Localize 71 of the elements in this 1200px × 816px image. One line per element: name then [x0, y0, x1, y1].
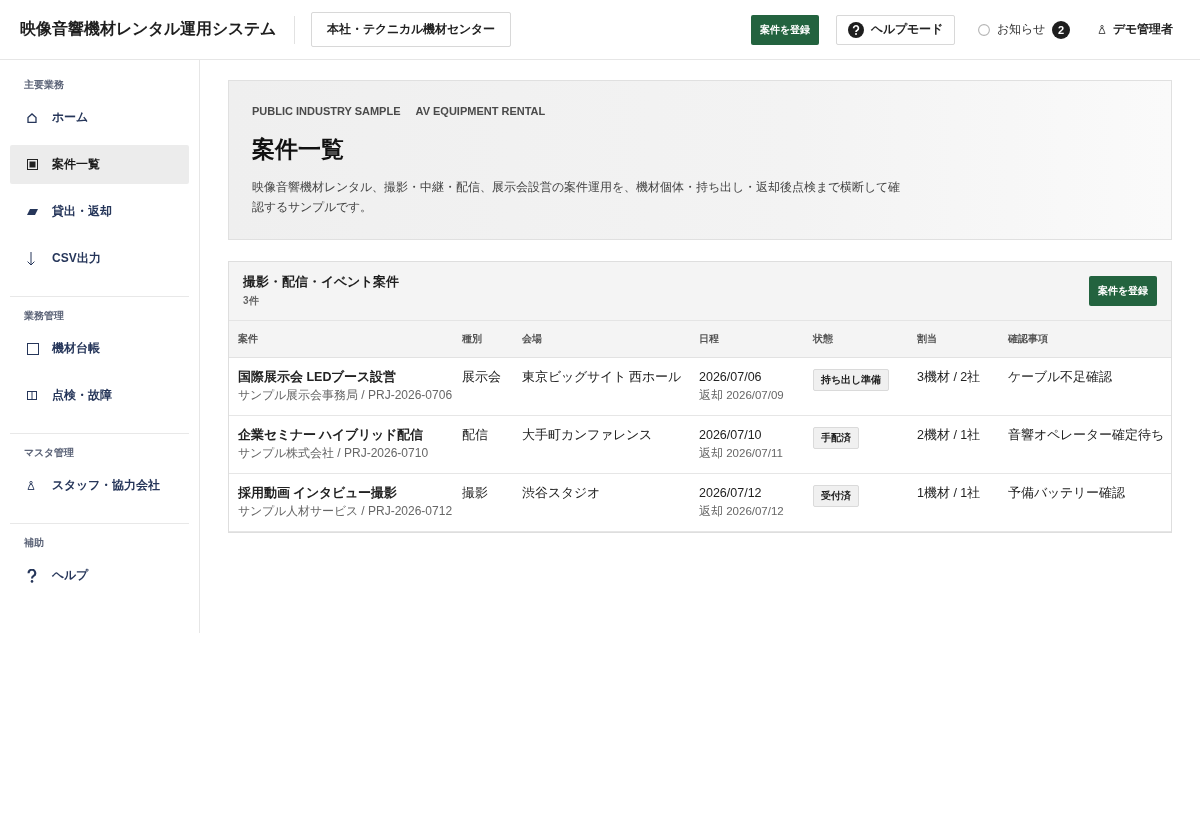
venue: 大手町カンファレンス	[521, 427, 653, 443]
register-project-button[interactable]: 案件を登録	[751, 14, 819, 45]
split-square-icon	[27, 391, 37, 400]
sidebar-item[interactable]: 貸出・返却	[10, 192, 189, 231]
sidebar-item[interactable]: 機材台帳	[10, 329, 189, 368]
sidebar-item[interactable]: ヘルプ	[10, 556, 189, 595]
help-mode-button[interactable]: ヘルプモード	[836, 14, 955, 45]
start-date: 2026/07/06	[699, 369, 762, 385]
project-name: 企業セミナー ハイブリッド配信	[238, 427, 424, 443]
down-arrow-icon	[27, 251, 35, 266]
page-description: 映像音響機材レンタル、撮影・中継・配信、展示会設営の案件運用を、機材個体・持ち出し・返却後点検まで横断して確認するサンプルです。	[252, 179, 901, 216]
status-tag: 持ち出し準備	[813, 369, 889, 391]
sidebar-section-heading: マスタ管理	[23, 446, 75, 459]
user-icon	[1098, 25, 1106, 34]
start-date: 2026/07/12	[699, 485, 762, 501]
project-type: 撮影	[461, 485, 489, 501]
panel-title: 撮影・配信・イベント案件	[243, 275, 399, 290]
square-icon	[27, 342, 39, 355]
check-item: 予備バッテリー確認	[1007, 485, 1126, 501]
sidebar-item[interactable]: CSV出力	[10, 239, 189, 278]
user-name[interactable]: デモ管理者	[1113, 21, 1173, 38]
allocation: 1機材 / 1社	[916, 485, 982, 501]
column-header: 日程	[698, 332, 720, 346]
project-client: サンプル人材サービス / PRJ-2026-0712	[238, 504, 453, 519]
sidebar-section-heading: 業務管理	[23, 309, 65, 322]
notification-count: 2	[1052, 20, 1070, 39]
column-header: 割当	[916, 332, 938, 346]
column-header: 種別	[461, 332, 483, 346]
status-tag: 手配済	[813, 427, 859, 449]
allocation: 3機材 / 2社	[916, 369, 982, 385]
return-date: 返却 2026/07/09	[699, 388, 784, 403]
circle-icon	[978, 23, 990, 36]
check-item: 音響オペレーター確定待ち	[1007, 427, 1165, 443]
eyebrow-text: PUBLIC INDUSTRY SAMPLE	[252, 104, 401, 118]
house-icon	[27, 112, 37, 123]
venue: 東京ビッグサイト 西ホール	[521, 369, 683, 385]
sidebar-item[interactable]: 点検・故障	[10, 376, 189, 415]
project-name: 採用動画 インタビュー撮影	[238, 485, 398, 501]
sidebar-item[interactable]: スタッフ・協力会社	[10, 466, 189, 505]
project-count: 3件	[243, 295, 260, 307]
column-header: 確認事項	[1007, 332, 1049, 346]
notifications-link[interactable]: お知らせ	[997, 21, 1045, 38]
user-icon	[27, 481, 35, 490]
allocation: 2機材 / 1社	[916, 427, 982, 443]
column-header: 案件	[237, 332, 259, 346]
column-header: 会場	[521, 332, 543, 346]
project-type: 配信	[461, 427, 489, 443]
project-name: 国際展示会 LEDブース設営	[238, 369, 397, 385]
sidebar-section-heading: 補助	[23, 536, 45, 549]
app-title: 映像音響機材レンタル運用システム	[20, 19, 276, 39]
eyebrow-text: AV EQUIPMENT RENTAL	[415, 104, 546, 118]
location-selector[interactable]: 本社・テクニカル機材センター	[311, 12, 511, 47]
project-type: 展示会	[461, 369, 502, 385]
return-date: 返却 2026/07/11	[699, 446, 783, 461]
return-date: 返却 2026/07/12	[699, 504, 784, 519]
check-item: ケーブル不足確認	[1007, 369, 1113, 385]
framed-square-icon	[27, 159, 38, 170]
sidebar-item[interactable]: 案件一覧	[10, 145, 189, 184]
project-client: サンプル展示会事務局 / PRJ-2026-0706	[238, 388, 453, 403]
start-date: 2026/07/10	[699, 427, 762, 443]
project-client: サンプル株式会社 / PRJ-2026-0710	[238, 446, 429, 461]
sidebar-item[interactable]: ホーム	[10, 98, 189, 137]
register-project-button[interactable]: 案件を登録	[1089, 276, 1157, 306]
page-title: 案件一覧	[252, 135, 345, 164]
help-icon	[848, 21, 864, 38]
venue: 渋谷スタジオ	[521, 485, 601, 501]
sidebar-section-heading: 主要業務	[23, 78, 65, 91]
status-tag: 受付済	[813, 485, 859, 507]
column-header: 状態	[811, 332, 834, 346]
question-mark-icon	[27, 568, 37, 583]
parallelogram-icon	[27, 208, 38, 215]
